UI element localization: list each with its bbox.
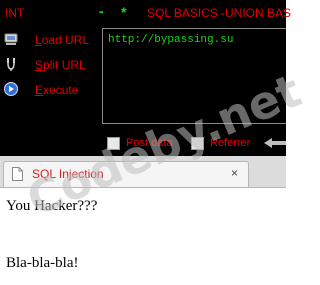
- sql-basics-menu[interactable]: SQL BASICS⌄: [147, 6, 226, 20]
- hackbar-panel: INT - * SQL BASICS⌄ UNION BAS Load URL S…: [0, 0, 291, 156]
- content-line-2: Bla-bla-bla!: [6, 255, 79, 271]
- tab-title: SQL Injection: [32, 167, 104, 181]
- url-value: http://bypassing.su: [108, 34, 234, 46]
- referrer-label: Referrer: [210, 137, 251, 149]
- split-url-icon: [7, 58, 15, 71]
- url-input[interactable]: http://bypassing.su: [102, 28, 286, 124]
- load-url-icon: [4, 33, 18, 45]
- document-icon: [12, 167, 23, 181]
- load-url-label: Load URL: [35, 33, 90, 47]
- sql-basics-label: SQL BASICS: [147, 6, 218, 20]
- split-url-button[interactable]: Split URL: [0, 56, 100, 76]
- arrow-left-icon[interactable]: [262, 137, 286, 149]
- post-data-checkbox[interactable]: [107, 137, 120, 150]
- tab-bar: SQL Injection ×: [0, 156, 286, 188]
- content-line-1: You Hacker???: [6, 198, 98, 214]
- post-data-label: Post data: [126, 137, 173, 149]
- load-url-button[interactable]: Load URL: [0, 31, 100, 51]
- int-menu[interactable]: INT: [5, 6, 24, 20]
- split-url-label: Split URL: [35, 58, 86, 72]
- union-based-menu[interactable]: UNION BAS: [225, 6, 291, 20]
- hackbar-menu: INT - * SQL BASICS⌄ UNION BAS: [0, 0, 291, 26]
- referrer-checkbox[interactable]: [191, 137, 204, 150]
- star-button[interactable]: *: [121, 4, 126, 20]
- execute-button[interactable]: Execute: [0, 81, 100, 101]
- execute-label: Execute: [35, 83, 79, 97]
- minus-button[interactable]: -: [99, 3, 104, 19]
- tab-sql-injection[interactable]: SQL Injection ×: [3, 161, 249, 188]
- close-icon[interactable]: ×: [231, 166, 238, 180]
- execute-icon: [4, 82, 18, 96]
- page-content: You Hacker??? Bla-bla-bla!: [0, 188, 286, 285]
